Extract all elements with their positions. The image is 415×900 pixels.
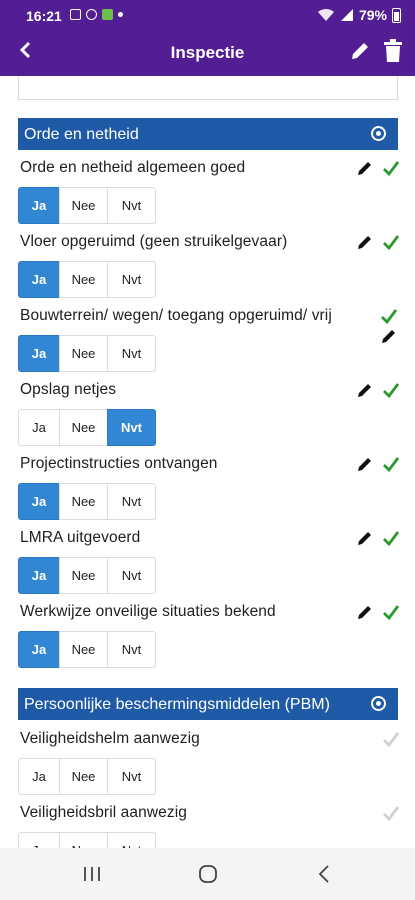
question-item: Werkwijze onveilige situaties bekend Ja …	[18, 603, 400, 668]
question-label: Veiligheidshelm aanwezig	[20, 730, 200, 747]
signal-icon	[340, 9, 353, 21]
option-nee[interactable]: Nee	[59, 409, 108, 446]
pencil-icon	[352, 43, 368, 59]
edit-button[interactable]	[349, 40, 371, 64]
question-item: Vloer opgeruimd (geen struikelgevaar) Ja…	[18, 233, 400, 298]
section-title: Orde en netheid	[24, 126, 139, 143]
remark-textarea[interactable]	[18, 76, 398, 100]
battery-icon	[392, 7, 401, 23]
answer-selector: Ja Nee Nvt	[18, 832, 156, 848]
option-nvt[interactable]: Nvt	[107, 832, 156, 848]
battery-percentage: 79%	[358, 7, 387, 23]
check-icon	[381, 309, 398, 325]
option-nvt[interactable]: Nvt	[107, 335, 156, 372]
check-icon	[383, 605, 400, 621]
option-ja[interactable]: Ja	[18, 631, 60, 668]
delete-button[interactable]	[383, 39, 405, 65]
option-nvt[interactable]: Nvt	[107, 631, 156, 668]
at-icon	[86, 9, 97, 20]
home-icon[interactable]	[196, 862, 220, 886]
check-icon	[383, 806, 400, 822]
option-nee[interactable]: Nee	[59, 187, 108, 224]
option-ja[interactable]: Ja	[18, 187, 60, 224]
option-nee[interactable]: Nee	[59, 483, 108, 520]
collapse-icon[interactable]	[371, 126, 386, 141]
option-nvt[interactable]: Nvt	[107, 557, 156, 594]
option-ja[interactable]: Ja	[18, 335, 60, 372]
pencil-icon[interactable]	[356, 529, 374, 547]
wifi-icon	[317, 8, 334, 21]
question-item: Orde en netheid algemeen goed Ja Nee Nvt	[18, 159, 400, 224]
question-label: Bouwterrein/ wegen/ toegang opgeruimd/ v…	[20, 307, 332, 324]
question-label: Vloer opgeruimd (geen struikelgevaar)	[20, 233, 288, 250]
answer-selector: Ja Nee Nvt	[18, 409, 156, 446]
answer-selector: Ja Nee Nvt	[18, 557, 156, 594]
answer-selector: Ja Nee Nvt	[18, 187, 156, 224]
option-nvt[interactable]: Nvt	[107, 483, 156, 520]
check-icon	[383, 383, 400, 399]
question-label: Projectinstructies ontvangen	[20, 455, 218, 472]
back-nav-icon[interactable]	[313, 862, 337, 886]
question-item: Veiligheidshelm aanwezig Ja Nee Nvt	[18, 730, 400, 795]
option-ja[interactable]: Ja	[18, 261, 60, 298]
system-nav-bar	[0, 848, 415, 900]
section-header-pbm[interactable]: Persoonlijke beschermingsmiddelen (PBM)	[18, 688, 398, 720]
option-nee[interactable]: Nee	[59, 631, 108, 668]
question-label: Werkwijze onveilige situaties bekend	[20, 603, 276, 620]
pencil-icon[interactable]	[356, 233, 374, 251]
answer-selector: Ja Nee Nvt	[18, 631, 156, 668]
pencil-icon[interactable]	[356, 603, 374, 621]
option-nvt[interactable]: Nvt	[107, 409, 156, 446]
question-label: Orde en netheid algemeen goed	[20, 159, 246, 176]
option-nvt[interactable]: Nvt	[107, 758, 156, 795]
status-bar: 16:21 79%	[0, 0, 415, 30]
question-label: LMRA uitgevoerd	[20, 529, 141, 546]
trash-icon	[384, 39, 402, 62]
option-nee[interactable]: Nee	[59, 335, 108, 372]
question-label: Opslag netjes	[20, 381, 117, 398]
pencil-icon[interactable]	[356, 159, 374, 177]
option-nee[interactable]: Nee	[59, 261, 108, 298]
pencil-icon[interactable]	[380, 327, 398, 345]
notification-icons	[70, 9, 123, 20]
app-notification-icon	[102, 9, 113, 20]
option-ja[interactable]: Ja	[18, 557, 60, 594]
option-nee[interactable]: Nee	[59, 557, 108, 594]
check-icon	[383, 235, 400, 251]
section-title: Persoonlijke beschermingsmiddelen (PBM)	[24, 696, 330, 713]
question-item: Veiligheidsbril aanwezig Ja Nee Nvt	[18, 804, 400, 848]
answer-selector: Ja Nee Nvt	[18, 483, 156, 520]
status-right: 79%	[317, 7, 401, 23]
option-nee[interactable]: Nee	[59, 758, 108, 795]
more-notifications-icon	[118, 12, 123, 17]
answer-selector: Ja Nee Nvt	[18, 261, 156, 298]
option-nee[interactable]: Nee	[59, 832, 108, 848]
app-bar: Inspectie	[0, 30, 415, 76]
recent-apps-icon[interactable]	[80, 862, 104, 886]
question-item: Opslag netjes Ja Nee Nvt	[18, 381, 400, 446]
status-time: 16:21	[26, 8, 62, 24]
check-icon	[383, 161, 400, 177]
option-ja[interactable]: Ja	[18, 832, 60, 848]
answer-selector: Ja Nee Nvt	[18, 758, 156, 795]
answer-selector: Ja Nee Nvt	[18, 335, 156, 372]
check-icon	[383, 457, 400, 473]
pencil-icon[interactable]	[356, 455, 374, 473]
pencil-icon[interactable]	[356, 381, 374, 399]
inspection-content[interactable]: Orde en netheid Orde en netheid algemeen…	[0, 76, 415, 848]
option-nvt[interactable]: Nvt	[107, 261, 156, 298]
option-ja[interactable]: Ja	[18, 758, 60, 795]
option-nvt[interactable]: Nvt	[107, 187, 156, 224]
check-icon	[383, 531, 400, 547]
question-label: Veiligheidsbril aanwezig	[20, 804, 187, 821]
option-ja[interactable]: Ja	[18, 483, 60, 520]
question-item: Bouwterrein/ wegen/ toegang opgeruimd/ v…	[18, 307, 400, 372]
question-item: LMRA uitgevoerd Ja Nee Nvt	[18, 529, 400, 594]
question-item: Projectinstructies ontvangen Ja Nee Nvt	[18, 455, 400, 520]
check-icon	[383, 732, 400, 748]
section-header-orde[interactable]: Orde en netheid	[18, 118, 398, 150]
collapse-icon[interactable]	[371, 696, 386, 711]
gallery-icon	[70, 9, 81, 20]
option-ja[interactable]: Ja	[18, 409, 60, 446]
